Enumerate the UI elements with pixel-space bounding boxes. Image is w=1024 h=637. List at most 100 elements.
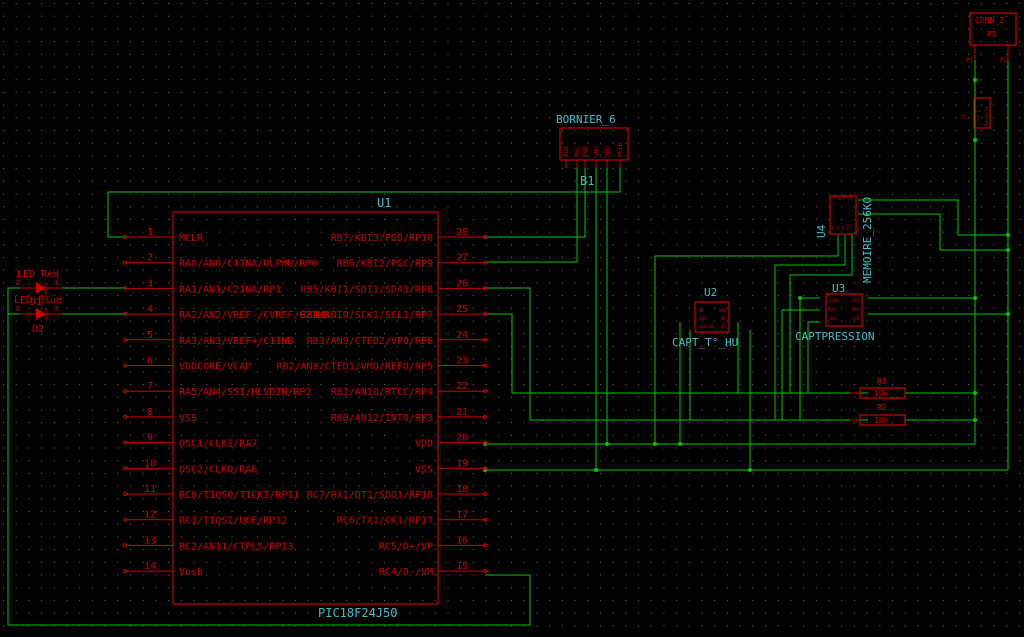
b1-pin-4-label: GND (593, 146, 600, 157)
b1-pin-2-label: PGC (574, 146, 581, 157)
d1-pin-right: 1 (54, 279, 58, 287)
u2-value: CAPT_T°_HU (672, 336, 738, 349)
u1-pin-18-name: RC7/RX1/DT1/SDO1/RP18 (307, 490, 433, 501)
u1-pin-1-name: MCLR (179, 233, 204, 244)
u1-pin-28-name: RB7/KBI3/PGD/RP10 (331, 233, 433, 244)
u1-pin-2-name: RA0/AN0/C1INA/ULPWU/RP0 (179, 259, 317, 270)
u1-pin-24-name: RB3/AN9/CTED2/VPO/RP6 (307, 336, 433, 347)
u1-pin-17-name: RC6/TX1/CK1/RP17 (337, 516, 433, 527)
u1-pin-16-name: RC5/D+/VP (379, 541, 433, 552)
u4-pin-6-label: WP (838, 196, 842, 200)
r1-ref: R1 (877, 377, 887, 386)
u1-pin-8-number: 8 (147, 407, 153, 418)
u1-pin-22-number: 22 (456, 381, 468, 392)
b1-pin-6-label: MCLR (617, 142, 624, 157)
schematic-canvas[interactable]: U1 PIC18F24J50 1 MCLR 2 RA0/AN0/C1INA/ULPWU… (0, 0, 1024, 637)
u3-pin-4-label: VDD (852, 298, 860, 303)
u1-pin-10-name: OSC2/CLKO/RA6 (179, 464, 257, 475)
u1-pin-15-number: 15 (456, 561, 468, 572)
u1-pin-13-name: RC2/AN11/CTPLS/RP13 (179, 541, 293, 552)
b1-value: BORNIER_6 (556, 113, 616, 126)
u1-pin-16-number: 16 (456, 535, 468, 546)
u1-pin-20-number: 20 (456, 433, 468, 444)
u1-pin-25-number: 25 (456, 304, 468, 315)
u1-pin-14-name: Vusb (179, 567, 203, 578)
b1-pin-3-label: PGD (582, 146, 589, 157)
u1-pin-12-name: RC1/T1OSI/UOE/RP12 (179, 516, 287, 527)
u3-pin-3-label: GND (829, 316, 837, 321)
r2-value: 10k (874, 416, 889, 425)
u1-pin-6-name: VDDCORE/VCAP (179, 362, 251, 373)
u3-ref: U3 (832, 282, 845, 295)
u2-pin-5-label: NC (721, 316, 726, 321)
u1-pin-2-number: 2 (147, 253, 153, 264)
b1-pin-5-label: VDD (604, 146, 611, 157)
u1-pin-4-number: 4 (147, 304, 153, 315)
r1-value: 10k (874, 389, 889, 398)
u1-pin-24-number: 24 (456, 330, 468, 341)
u1-pin-14-number: 14 (144, 561, 156, 572)
u1-pin-19-name: VSS (415, 464, 433, 475)
u1-pin-3-number: 3 (147, 278, 153, 289)
d1-pin-left: 2 (16, 279, 20, 287)
u3-pin-5-label: SDA (852, 307, 860, 312)
u3-pin-1-label: SCLK (829, 298, 839, 303)
u1-pin-9-name: OSC1/CLKI/RA7 (179, 439, 257, 450)
u4-value: MEMOIRE_256KO (861, 197, 874, 283)
u4-ref: U4 (815, 224, 828, 238)
u1-pin-22-name: RB1/AN10/RTCC/RP4 (331, 387, 433, 398)
u1-pin-10-number: 10 (144, 458, 156, 469)
u4-pin-1-label: A0 (831, 226, 835, 230)
b1-pin-1-label: AUX (563, 146, 570, 157)
u2-ref: U2 (704, 286, 717, 299)
u4-pin-8-label: SDA (848, 193, 852, 200)
u1-pin-12-number: 12 (144, 510, 156, 521)
r2-ref: R2 (877, 403, 887, 412)
u4-pin-4-label: VSS (846, 224, 850, 230)
u1-pin-7-name: RA5/AN4/SS1/HLVDIN/RP2 (179, 387, 311, 398)
u4-pin-5-label: VCC (833, 194, 837, 200)
u1-pin-28-number: 28 (456, 227, 468, 238)
u1-pin-7-number: 7 (147, 381, 153, 392)
p1-value: CONN_2 (975, 16, 1004, 25)
u1-pin-23-name: RB2/AN8/CTED1/VMO/REFO/RP5 (276, 362, 433, 373)
p1-pin2: P2 (1000, 57, 1008, 64)
u1-pin-27-number: 27 (456, 253, 468, 264)
u1-pin-5-number: 5 (147, 330, 153, 341)
p1-ref: P1 (987, 30, 997, 39)
u1-pin-19-number: 19 (456, 458, 468, 469)
d1-value: LED Red (17, 269, 59, 280)
u1-pin-6-number: 6 (147, 356, 153, 367)
u1-pin-5-name: RA3/AN3/VREF+/C1INB (179, 336, 293, 347)
u4-pin-2-label: A1 (836, 226, 840, 230)
u1-pin-20-name: VDD (415, 439, 433, 450)
u1-pin-1-number: 1 (147, 227, 153, 238)
u1-pin-3-name: RA1/AN1/C2INA/RP1 (179, 284, 281, 295)
u1-pin-26-name: RB5/KBI1/SDI1/SDA1/RP8 (301, 284, 433, 295)
u1-pin-23-number: 23 (456, 356, 468, 367)
d2-ref: D2 (32, 324, 44, 335)
u2-pin-3-label: SCLSDA (699, 324, 714, 329)
j1-value: Batterie (984, 106, 989, 126)
u3-pin-2-label: SDO (829, 307, 837, 312)
u1-pin-18-number: 18 (456, 484, 468, 495)
u2-pin-4-label: VDD (719, 308, 727, 313)
u2-pin-6-label: NC (721, 324, 726, 329)
u1-pin-8-name: VSS (179, 413, 197, 424)
u1-pin-25-name: RB4/KBI0/SCK1/SCL1/RP7 (301, 310, 433, 321)
u3-value: CAPTPRESSION (795, 330, 874, 343)
u1-pin-27-name: RB6/KBI2/PGC/RP9 (337, 259, 433, 270)
u1-value: PIC18F24J50 (318, 606, 397, 620)
d2-pin-left: 2 (16, 305, 20, 313)
u1-pin-9-number: 9 (147, 433, 153, 444)
j1-ref: J1 (961, 114, 967, 120)
u1-pin-11-number: 11 (144, 484, 156, 495)
u1-pin-13-number: 13 (144, 535, 156, 546)
d2-pin-right: 1 (54, 305, 58, 313)
u2-pin-2-label: VSS (699, 316, 707, 321)
j1-pin: Cnt 1 (976, 109, 981, 122)
u2-pin-1-label: NC (699, 308, 704, 313)
u1-ref: U1 (377, 196, 391, 210)
u1-pin-26-number: 26 (456, 278, 468, 289)
u1-pin-21-number: 21 (456, 407, 468, 418)
